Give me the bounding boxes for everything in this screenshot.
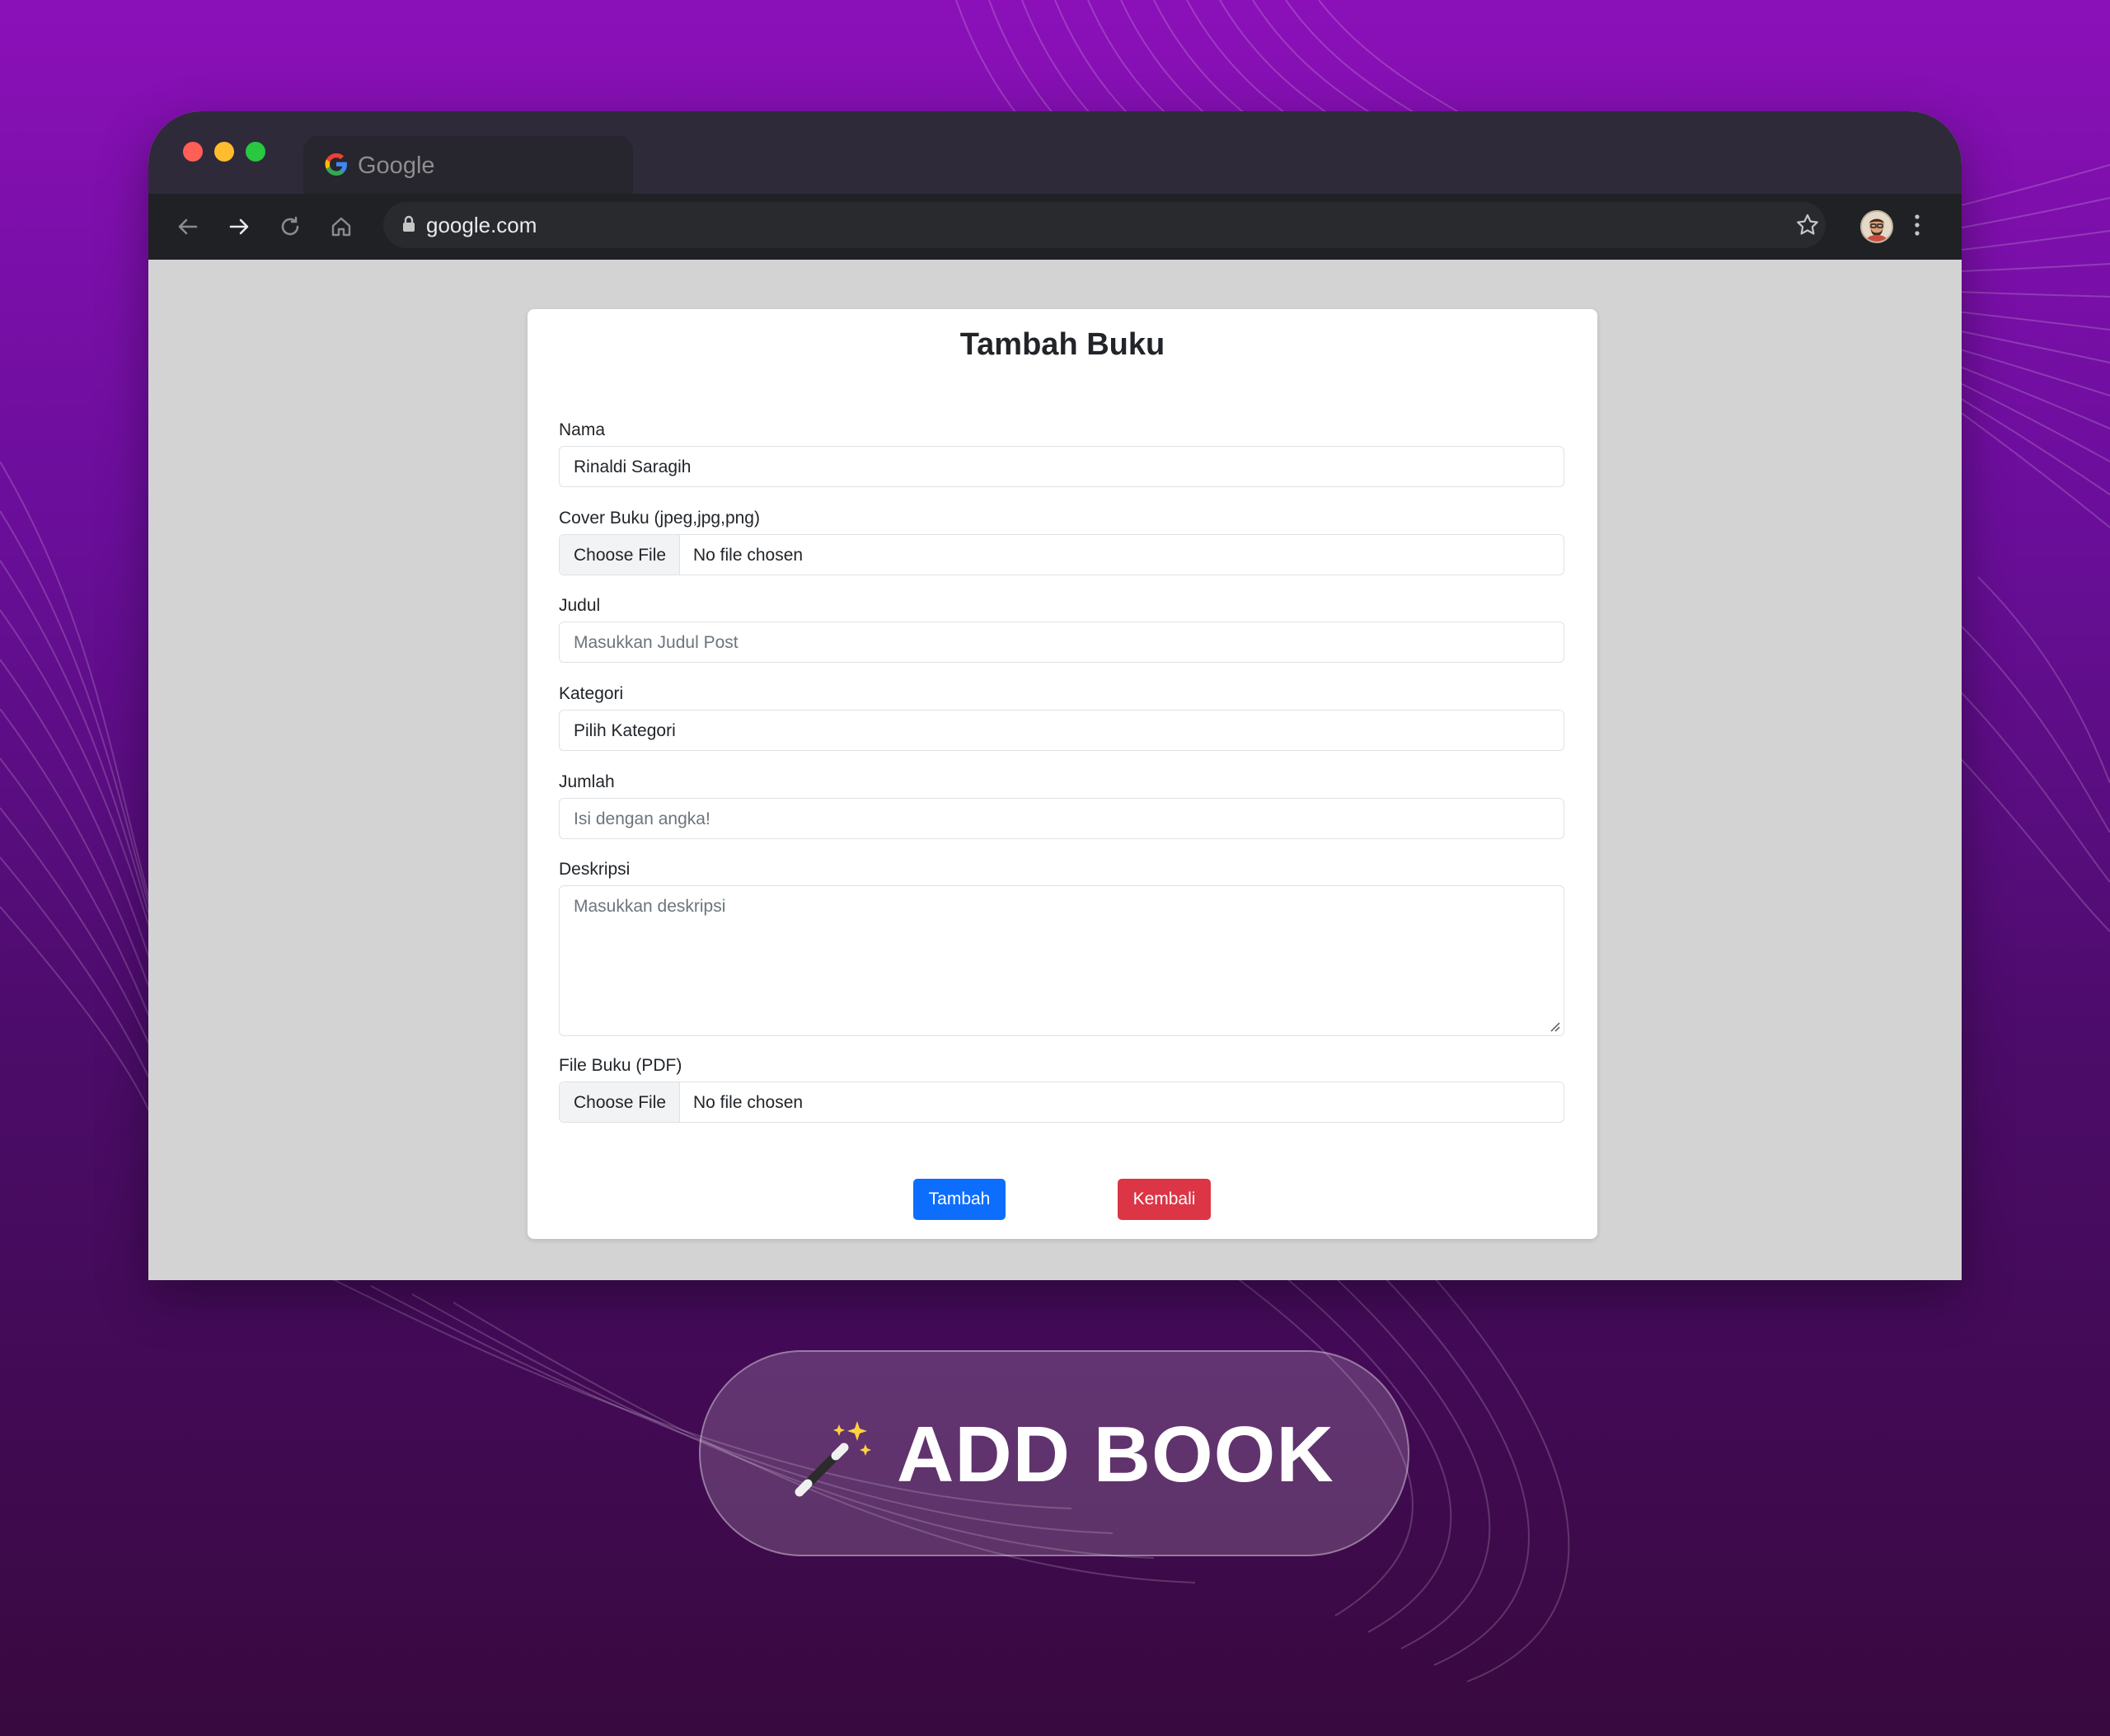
lock-icon: [403, 215, 415, 232]
cover-file-input[interactable]: Choose File No file chosen: [559, 534, 1564, 575]
pdf-file-status: No file chosen: [693, 1093, 804, 1112]
browser-titlebar: Google: [148, 111, 1962, 194]
browser-window: Google google.com Tambah Buku Nama Rinal…: [148, 111, 1962, 1280]
nama-input[interactable]: Rinaldi Saragih: [559, 446, 1564, 487]
kategori-label: Kategori: [559, 684, 624, 703]
add-book-form-card: Tambah Buku Nama Rinaldi Saragih Cover B…: [528, 309, 1597, 1239]
cover-file-status: No file chosen: [693, 546, 804, 565]
kembali-button[interactable]: Kembali: [1118, 1179, 1211, 1220]
deskripsi-placeholder: Masukkan deskripsi: [574, 897, 726, 916]
browser-toolbar: google.com: [148, 194, 1962, 260]
judul-input[interactable]: Masukkan Judul Post: [559, 622, 1564, 663]
maximize-window-button[interactable]: [246, 142, 265, 162]
cover-choose-file-button[interactable]: Choose File: [560, 535, 680, 575]
close-window-button[interactable]: [183, 142, 203, 162]
banner-text: ADD BOOK: [897, 1410, 1334, 1499]
profile-avatar[interactable]: [1860, 210, 1893, 243]
page-viewport: Tambah Buku Nama Rinaldi Saragih Cover B…: [148, 260, 1962, 1280]
cover-choose-file-label: Choose File: [574, 546, 667, 565]
more-menu-icon[interactable]: [1912, 209, 1922, 242]
jumlah-input[interactable]: Isi dengan angka!: [559, 798, 1564, 839]
google-g-icon: [325, 153, 347, 176]
forward-arrow-icon[interactable]: [223, 210, 256, 243]
home-icon[interactable]: [325, 210, 358, 243]
deskripsi-label: Deskripsi: [559, 860, 631, 879]
kategori-select[interactable]: Pilih Kategori: [559, 710, 1564, 751]
judul-placeholder: Masukkan Judul Post: [574, 633, 738, 652]
back-arrow-icon[interactable]: [171, 210, 204, 243]
add-book-banner: ADD BOOK: [699, 1350, 1409, 1556]
nama-label: Nama: [559, 420, 606, 439]
tab-title: Google: [358, 152, 435, 179]
url-text: google.com: [426, 213, 537, 237]
browser-tab[interactable]: Google: [303, 136, 633, 194]
kategori-selected-value: Pilih Kategori: [574, 721, 676, 740]
deskripsi-textarea[interactable]: Masukkan deskripsi: [559, 885, 1564, 1036]
tambah-button[interactable]: Tambah: [913, 1179, 1006, 1220]
pdf-choose-file-button[interactable]: Choose File: [560, 1082, 680, 1122]
avatar-face-icon: [1865, 218, 1888, 242]
magic-wand-icon: [795, 1421, 871, 1497]
jumlah-placeholder: Isi dengan angka!: [574, 809, 710, 828]
address-bar[interactable]: google.com: [383, 202, 1826, 248]
minimize-window-button[interactable]: [214, 142, 234, 162]
bookmark-star-icon[interactable]: [1791, 209, 1824, 242]
cover-label: Cover Buku (jpeg,jpg,png): [559, 509, 760, 528]
resize-handle-icon[interactable]: [1549, 1020, 1560, 1032]
page-title: Tambah Buku: [959, 327, 1165, 362]
nama-value: Rinaldi Saragih: [574, 457, 692, 476]
jumlah-label: Jumlah: [559, 772, 615, 791]
pdf-choose-file-label: Choose File: [574, 1093, 667, 1112]
file-pdf-label: File Buku (PDF): [559, 1056, 682, 1075]
reload-icon[interactable]: [274, 210, 307, 243]
pdf-file-input[interactable]: Choose File No file chosen: [559, 1081, 1564, 1123]
judul-label: Judul: [559, 596, 601, 615]
